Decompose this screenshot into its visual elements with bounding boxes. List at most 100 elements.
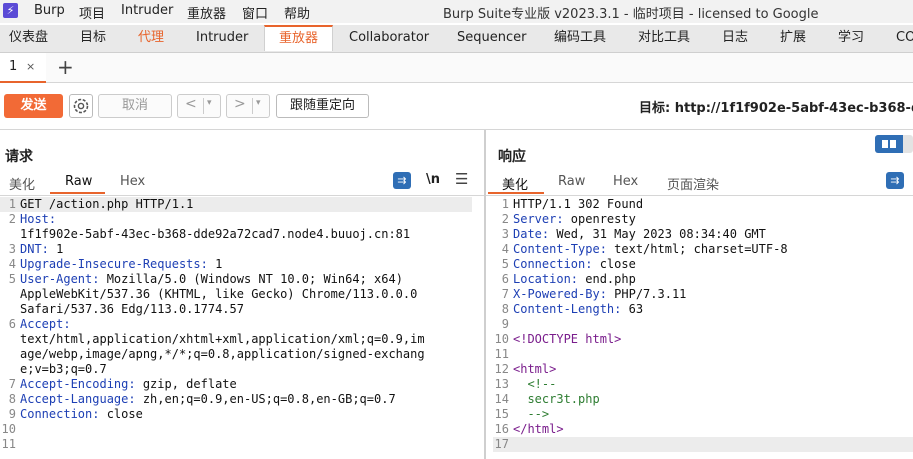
line-text: 1f1f902e-5abf-43ec-b368-dde92a72cad7.nod… [20, 227, 410, 242]
editor-line[interactable]: 1f1f902e-5abf-43ec-b368-dde92a72cad7.nod… [0, 227, 472, 242]
response-tab-divider [486, 195, 913, 196]
request-tab-pretty[interactable]: 美化 [9, 174, 35, 193]
tab-extensions[interactable]: 扩展 [780, 25, 806, 51]
cancel-button[interactable]: 取消 [98, 94, 172, 118]
menu-repeater[interactable]: 重放器 [187, 3, 226, 22]
editor-line[interactable]: 11 [493, 347, 913, 362]
editor-line[interactable]: text/html,application/xhtml+xml,applicat… [0, 332, 472, 347]
menu-help[interactable]: 帮助 [284, 3, 310, 22]
line-text: <!-- [513, 377, 556, 392]
response-editor[interactable]: 1 HTTP/1.1 302 Found 2 Server: openresty 3 Da… [493, 197, 913, 452]
menu-burp[interactable]: Burp [34, 3, 65, 18]
editor-line[interactable]: 6 Accept: [0, 317, 472, 332]
chevron-down-icon[interactable]: ▾ [207, 98, 212, 108]
editor-line[interactable]: 7 Accept-Encoding: gzip, deflate [0, 377, 472, 392]
editor-line[interactable]: 7 X-Powered-By: PHP/7.3.11 [493, 287, 913, 302]
tab-repeater[interactable]: 重放器 [264, 25, 334, 51]
editor-line[interactable]: 14 secr3t.php [493, 392, 913, 407]
target-label[interactable]: 目标: http://1f1f902e-5abf-43ec-b368-dde [639, 97, 913, 116]
line-number: 11 [494, 347, 509, 361]
editor-line[interactable]: age/webp,image/apng,*/*;q=0.8,applicatio… [0, 347, 472, 362]
editor-line[interactable]: 15 --> [493, 407, 913, 422]
forward-button[interactable]: > ▾ [226, 94, 270, 118]
toolbar: 发送 取消 < ▾ > ▾ 跟随重定向 目标: http://1f1f902e-… [0, 83, 913, 130]
menu-window[interactable]: 窗口 [242, 3, 268, 22]
editor-line[interactable]: AppleWebKit/537.36 (KHTML, like Gecko) C… [0, 287, 472, 302]
editor-line[interactable]: 9 Connection: close [0, 407, 472, 422]
editor-line[interactable]: 5 User-Agent: Mozilla/5.0 (Windows NT 10.… [0, 272, 472, 287]
editor-line[interactable]: 4 Content-Type: text/html; charset=UTF-8 [493, 242, 913, 257]
tab-logger[interactable]: 日志 [722, 25, 748, 51]
editor-line[interactable]: 3 Date: Wed, 31 May 2023 08:34:40 GMT [493, 227, 913, 242]
tab-co[interactable]: CO [896, 25, 913, 51]
editor-line[interactable]: 13 <!-- [493, 377, 913, 392]
add-tab-icon[interactable]: + [57, 55, 74, 79]
line-text: Safari/537.36 Edg/113.0.1774.57 [20, 302, 244, 317]
line-number: 15 [494, 407, 509, 421]
editor-line[interactable]: 10 [0, 422, 472, 437]
line-number: 5 [8, 272, 16, 286]
editor-line[interactable]: 12 <html> [493, 362, 913, 377]
tab-sequencer[interactable]: Sequencer [457, 25, 526, 51]
tab-decoder[interactable]: 编码工具 [554, 25, 606, 51]
newline-icon[interactable]: \n [426, 172, 440, 187]
editor-line[interactable]: 17 [493, 437, 913, 452]
editor-line[interactable]: 6 Location: end.php [493, 272, 913, 287]
close-icon[interactable]: × [26, 60, 35, 73]
editor-line[interactable]: 16 </html> [493, 422, 913, 437]
editor-line[interactable]: 9 [493, 317, 913, 332]
tab-comparer[interactable]: 对比工具 [638, 25, 690, 51]
editor-line[interactable]: 1 GET /action.php HTTP/1.1 [0, 197, 472, 212]
response-tab-raw[interactable]: Raw [558, 174, 585, 189]
tab-dashboard[interactable]: 仪表盘 [9, 25, 48, 51]
request-editor[interactable]: 1 GET /action.php HTTP/1.1 2 Host: 1f1f902e-… [0, 197, 472, 452]
editor-line[interactable]: Safari/537.36 Edg/113.0.1774.57 [0, 302, 472, 317]
wrap-lines-icon[interactable]: ⇉ [393, 172, 411, 189]
request-tab-raw[interactable]: Raw [65, 174, 92, 189]
line-value: e;v=b3;q=0.7 [20, 362, 107, 376]
line-value: secr3t.php [513, 392, 600, 406]
editor-line[interactable]: 8 Content-Length: 63 [493, 302, 913, 317]
line-number: 14 [494, 392, 509, 406]
editor-line[interactable]: 3 DNT: 1 [0, 242, 472, 257]
repeater-tab-1[interactable]: 1 × [0, 53, 46, 83]
response-tab-render[interactable]: 页面渲染 [667, 174, 719, 193]
editor-line[interactable]: 8 Accept-Language: zh,en;q=0.9,en-US;q=0.… [0, 392, 472, 407]
editor-line[interactable]: 10 <!DOCTYPE html> [493, 332, 913, 347]
header-key: Content-Type: [513, 242, 607, 256]
response-tab-hex[interactable]: Hex [613, 174, 638, 189]
editor-line[interactable]: 4 Upgrade-Insecure-Requests: 1 [0, 257, 472, 272]
editor-line[interactable]: e;v=b3;q=0.7 [0, 362, 472, 377]
header-key: Accept: [20, 317, 71, 331]
line-value: text/html,application/xhtml+xml,applicat… [20, 332, 425, 346]
send-button[interactable]: 发送 [4, 94, 63, 118]
request-tab-hex[interactable]: Hex [120, 174, 145, 189]
tab-learn[interactable]: 学习 [838, 25, 864, 51]
chevron-down-icon[interactable]: ▾ [256, 98, 261, 108]
settings-gear-icon[interactable] [69, 94, 93, 118]
wrap-lines-icon[interactable]: ⇉ [886, 172, 904, 189]
menu-project[interactable]: 项目 [79, 3, 105, 22]
line-number: 4 [501, 242, 509, 256]
menu-intruder[interactable]: Intruder [121, 3, 173, 18]
editor-line[interactable]: 2 Host: [0, 212, 472, 227]
hamburger-menu-icon[interactable]: ☰ [455, 170, 468, 188]
request-active-tab-indicator [50, 192, 105, 194]
back-button[interactable]: < ▾ [177, 94, 221, 118]
line-number: 3 [501, 227, 509, 241]
editor-line[interactable]: 11 [0, 437, 472, 452]
tab-proxy[interactable]: 代理 [138, 25, 164, 51]
follow-redirect-button[interactable]: 跟随重定向 [276, 94, 369, 118]
editor-line[interactable]: 1 HTTP/1.1 302 Found [493, 197, 913, 212]
response-tab-pretty[interactable]: 美化 [502, 174, 528, 193]
header-key: Connection: [20, 407, 100, 421]
tab-target[interactable]: 目标 [80, 25, 106, 51]
editor-line[interactable]: 2 Server: openresty [493, 212, 913, 227]
layout-toggle-icon[interactable] [875, 135, 913, 153]
line-text: age/webp,image/apng,*/*;q=0.8,applicatio… [20, 347, 425, 362]
tab-collaborator[interactable]: Collaborator [349, 25, 429, 51]
editor-line[interactable]: 5 Connection: close [493, 257, 913, 272]
pane-divider[interactable] [484, 130, 486, 459]
line-text: AppleWebKit/537.36 (KHTML, like Gecko) C… [20, 287, 417, 302]
tab-intruder[interactable]: Intruder [196, 25, 248, 51]
